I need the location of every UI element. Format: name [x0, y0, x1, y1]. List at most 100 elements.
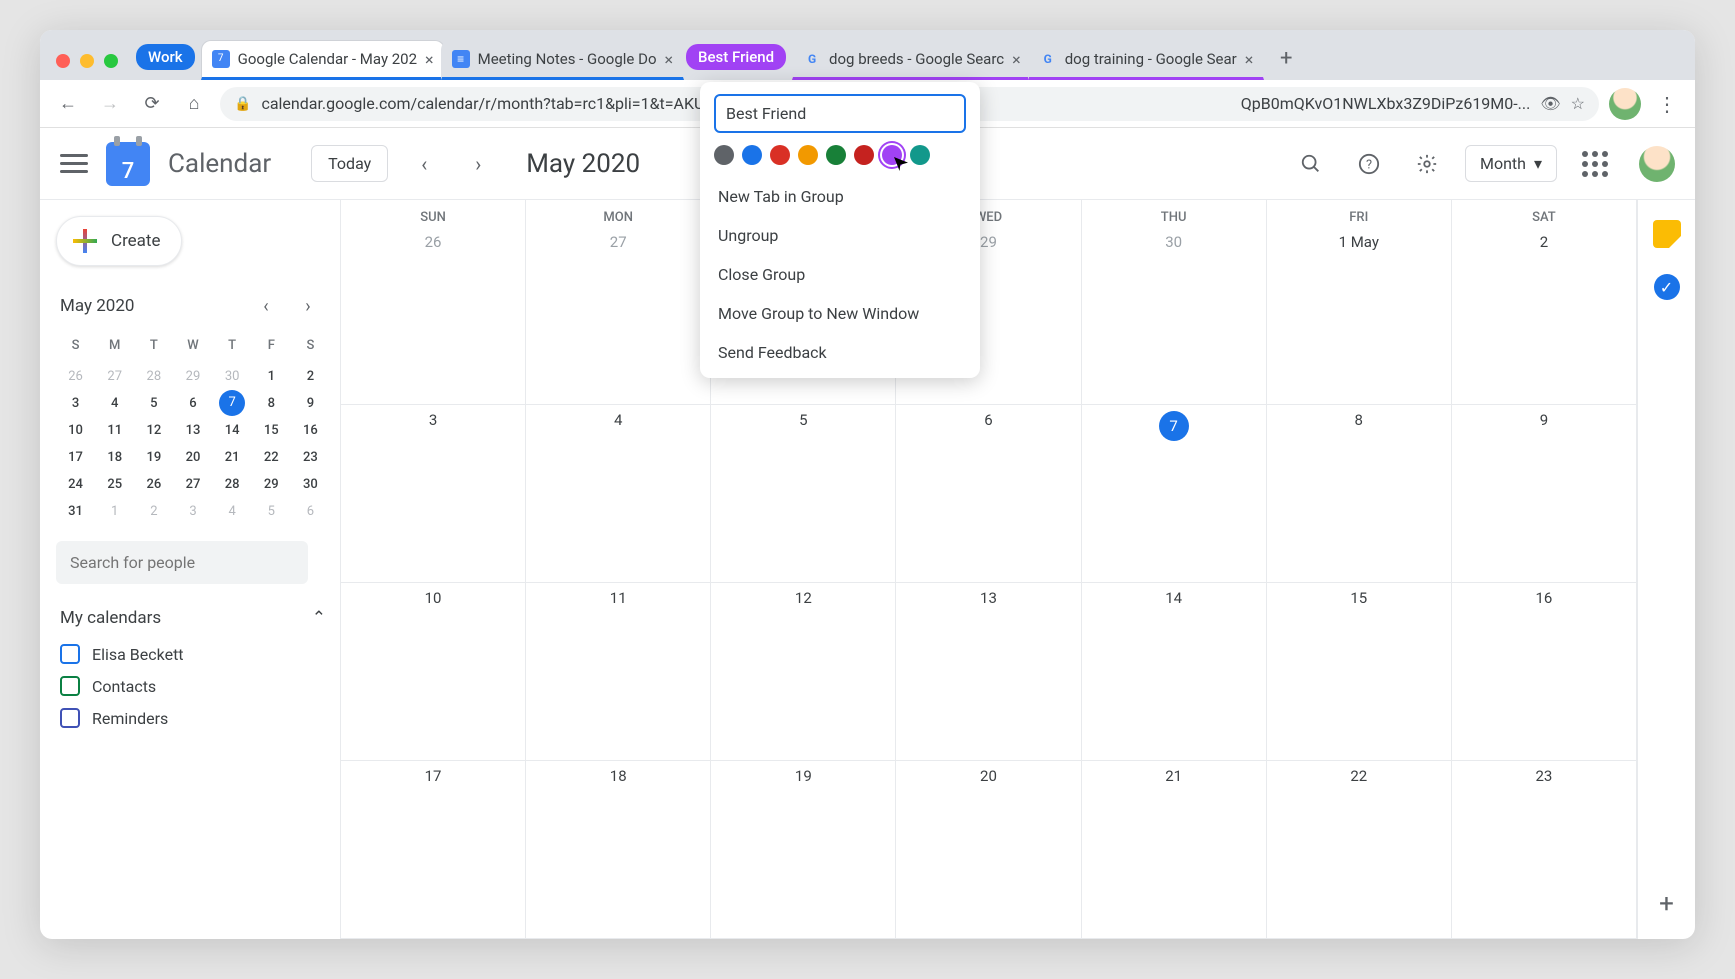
mini-next-button[interactable]: › — [290, 288, 326, 324]
mini-day[interactable]: 31 — [56, 498, 95, 525]
context-menu-item[interactable]: Move Group to New Window — [700, 294, 980, 333]
mini-day[interactable]: 8 — [252, 390, 291, 417]
mini-day[interactable]: 18 — [95, 444, 134, 471]
help-icon[interactable]: ? — [1349, 144, 1389, 184]
add-addon-button[interactable]: + — [1659, 889, 1674, 919]
create-button[interactable]: Create — [56, 216, 182, 266]
close-tab-icon[interactable]: × — [1245, 50, 1254, 69]
grid-cell[interactable]: 1 May — [1267, 227, 1452, 405]
mini-day[interactable]: 30 — [213, 363, 252, 390]
mini-day[interactable]: 9 — [291, 390, 330, 417]
tasks-icon[interactable]: ✓ — [1654, 274, 1680, 300]
mini-day[interactable]: 3 — [173, 498, 212, 525]
mini-day[interactable]: 22 — [252, 444, 291, 471]
mini-day[interactable]: 29 — [173, 363, 212, 390]
browser-tab-docs[interactable]: ≡ Meeting Notes - Google Do × — [441, 40, 684, 80]
mini-day[interactable]: 11 — [95, 417, 134, 444]
grid-cell[interactable]: 3 — [341, 405, 526, 583]
close-tab-icon[interactable]: × — [1012, 50, 1021, 69]
grid-cell[interactable]: 8 — [1267, 405, 1452, 583]
view-selector[interactable]: Month▾ — [1465, 145, 1557, 182]
mini-day[interactable]: 26 — [56, 363, 95, 390]
context-menu-item[interactable]: Send Feedback — [700, 333, 980, 372]
grid-cell[interactable]: 23 — [1452, 761, 1637, 939]
mini-day[interactable]: 14 — [213, 417, 252, 444]
calendar-item[interactable]: Reminders — [56, 702, 330, 734]
grid-cell[interactable]: 14 — [1082, 583, 1267, 761]
browser-tab-dogtraining[interactable]: G dog training - Google Sear × — [1028, 40, 1265, 80]
mini-day[interactable]: 4 — [95, 390, 134, 417]
eye-icon[interactable]: 👁 — [1540, 94, 1560, 113]
forward-button[interactable]: → — [94, 88, 126, 120]
mini-day[interactable]: 1 — [95, 498, 134, 525]
group-color-option[interactable] — [826, 145, 846, 165]
mini-day[interactable]: 2 — [134, 498, 173, 525]
google-apps-icon[interactable] — [1575, 143, 1615, 185]
grid-cell[interactable]: 17 — [341, 761, 526, 939]
grid-cell[interactable]: 22 — [1267, 761, 1452, 939]
mini-day[interactable]: 25 — [95, 471, 134, 498]
group-color-option[interactable] — [882, 145, 902, 165]
mini-day[interactable]: 28 — [134, 363, 173, 390]
grid-cell[interactable]: 16 — [1452, 583, 1637, 761]
checkbox-icon[interactable] — [60, 644, 80, 664]
mini-day[interactable]: 24 — [56, 471, 95, 498]
tab-group-work[interactable]: Work — [136, 44, 195, 70]
mini-day[interactable]: 27 — [173, 471, 212, 498]
close-tab-icon[interactable]: × — [425, 50, 434, 69]
prev-period-button[interactable]: ‹ — [406, 146, 442, 182]
grid-cell[interactable]: 5 — [711, 405, 896, 583]
account-avatar[interactable] — [1639, 146, 1675, 182]
main-menu-icon[interactable] — [60, 149, 88, 178]
calendar-item[interactable]: Elisa Beckett — [56, 638, 330, 670]
grid-cell[interactable]: 9 — [1452, 405, 1637, 583]
mini-day[interactable]: 5 — [252, 498, 291, 525]
grid-cell[interactable]: 18 — [526, 761, 711, 939]
minimize-window-icon[interactable] — [80, 54, 94, 68]
group-color-option[interactable] — [910, 145, 930, 165]
grid-cell[interactable]: 27 — [526, 227, 711, 405]
mini-day[interactable]: 7 — [219, 390, 245, 416]
mini-day[interactable]: 28 — [213, 471, 252, 498]
grid-cell[interactable]: 4 — [526, 405, 711, 583]
checkbox-icon[interactable] — [60, 676, 80, 696]
next-period-button[interactable]: › — [460, 146, 496, 182]
mini-day[interactable]: 15 — [252, 417, 291, 444]
tab-group-bestfriend[interactable]: Best Friend — [686, 44, 786, 70]
grid-cell[interactable]: 15 — [1267, 583, 1452, 761]
mini-calendar[interactable]: SMTWTFS262728293012345678910111213141516… — [56, 332, 330, 525]
settings-gear-icon[interactable] — [1407, 144, 1447, 184]
grid-cell[interactable]: 7 — [1082, 405, 1267, 583]
grid-cell[interactable]: 6 — [896, 405, 1081, 583]
reload-button[interactable]: ⟳ — [136, 88, 168, 120]
mini-day[interactable]: 6 — [173, 390, 212, 417]
mini-day[interactable]: 16 — [291, 417, 330, 444]
new-tab-button[interactable]: + — [1268, 40, 1304, 76]
profile-avatar[interactable] — [1609, 88, 1641, 120]
close-tab-icon[interactable]: × — [665, 50, 674, 69]
close-window-icon[interactable] — [56, 54, 70, 68]
mini-day[interactable]: 23 — [291, 444, 330, 471]
search-icon[interactable] — [1291, 144, 1331, 184]
mini-day[interactable]: 10 — [56, 417, 95, 444]
grid-cell[interactable]: 30 — [1082, 227, 1267, 405]
group-color-option[interactable] — [798, 145, 818, 165]
group-color-option[interactable] — [770, 145, 790, 165]
mini-day[interactable]: 26 — [134, 471, 173, 498]
back-button[interactable]: ← — [52, 88, 84, 120]
grid-cell[interactable]: 2 — [1452, 227, 1637, 405]
browser-tab-dogbreeds[interactable]: G dog breeds - Google Searc × — [792, 40, 1032, 80]
group-color-option[interactable] — [742, 145, 762, 165]
today-button[interactable]: Today — [311, 145, 388, 182]
mini-day[interactable]: 17 — [56, 444, 95, 471]
mini-day[interactable]: 6 — [291, 498, 330, 525]
grid-cell[interactable]: 11 — [526, 583, 711, 761]
grid-cell[interactable]: 12 — [711, 583, 896, 761]
mini-day[interactable]: 5 — [134, 390, 173, 417]
mini-day[interactable]: 30 — [291, 471, 330, 498]
maximize-window-icon[interactable] — [104, 54, 118, 68]
grid-cell[interactable]: 19 — [711, 761, 896, 939]
context-menu-item[interactable]: New Tab in Group — [700, 177, 980, 216]
calendar-item[interactable]: Contacts — [56, 670, 330, 702]
mini-day[interactable]: 3 — [56, 390, 95, 417]
